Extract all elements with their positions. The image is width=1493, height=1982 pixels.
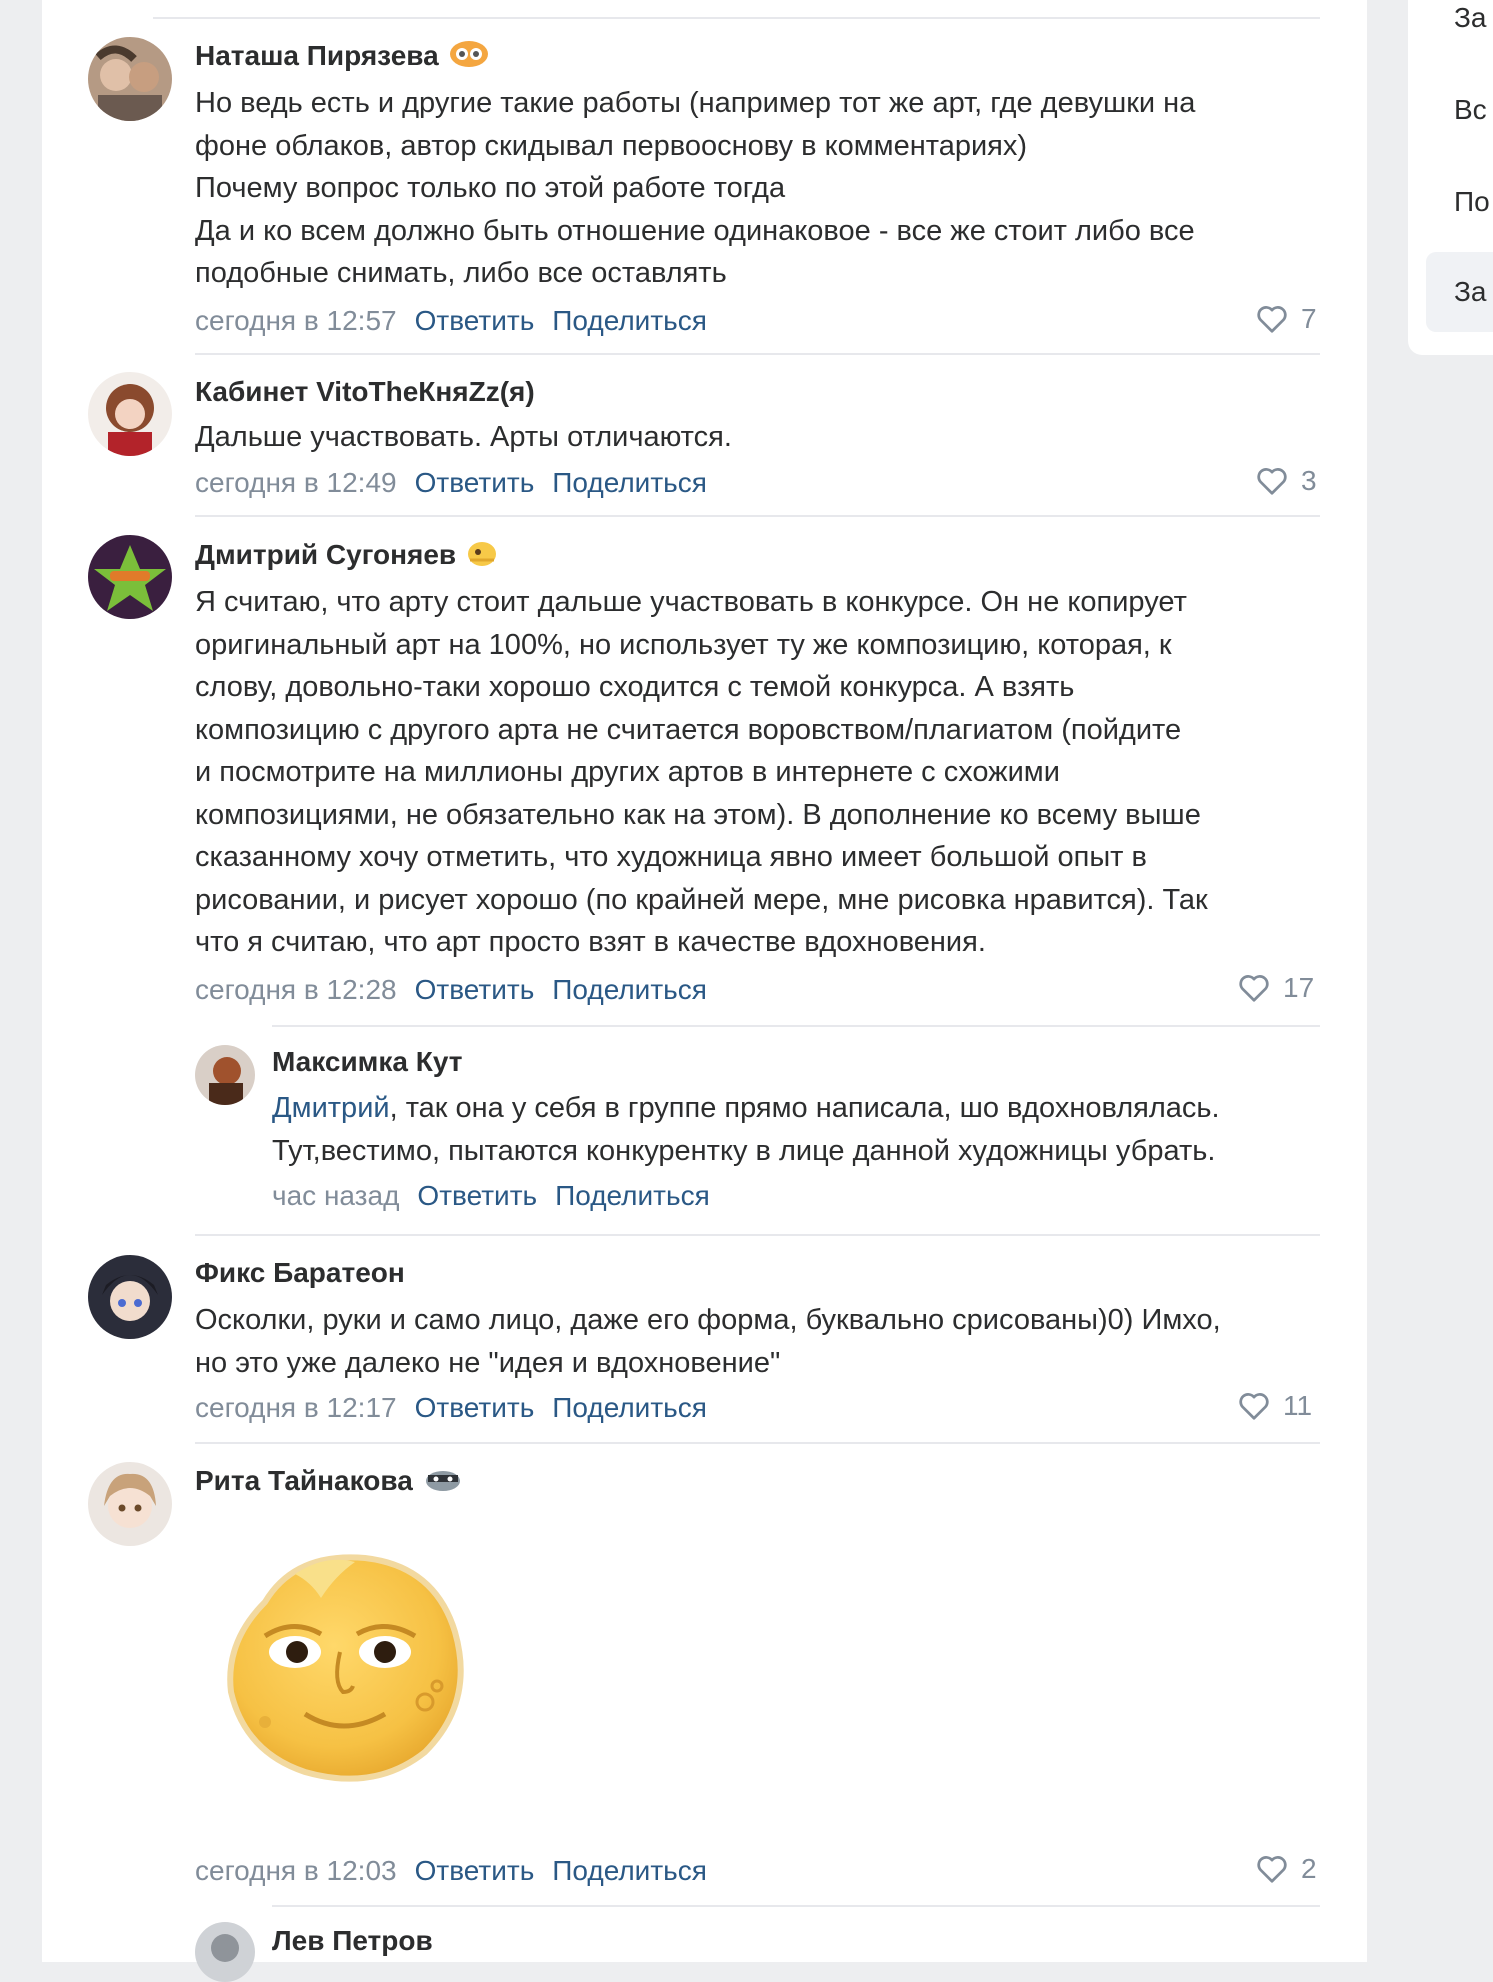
comment-text: Но ведь есть и другие такие работы (напр… xyxy=(195,87,1196,289)
avatar[interactable] xyxy=(88,37,172,121)
like-count: 11 xyxy=(1283,1390,1313,1421)
reply-button[interactable]: Ответить xyxy=(415,1392,535,1423)
reply-button[interactable]: Ответить xyxy=(415,1855,535,1886)
share-button[interactable]: Поделиться xyxy=(552,1392,707,1423)
right-sidebar-menu: За Вс По За xyxy=(1408,0,1493,355)
like-count: 17 xyxy=(1283,972,1315,1003)
like-button[interactable]: 7 xyxy=(1255,303,1317,335)
avatar[interactable] xyxy=(195,1922,255,1982)
separator xyxy=(195,1442,1320,1444)
separator xyxy=(195,515,1320,517)
comment-meta: сегодня в 12:57 Ответить Поделиться xyxy=(195,305,707,337)
separator xyxy=(195,353,1320,355)
emoji-status-icon xyxy=(466,538,498,575)
reply-button[interactable]: Ответить xyxy=(417,1180,537,1211)
comment-timestamp[interactable]: сегодня в 12:03 xyxy=(195,1855,397,1886)
comment-meta: сегодня в 12:28 Ответить Поделиться xyxy=(195,974,707,1006)
share-button[interactable]: Поделиться xyxy=(552,1855,707,1886)
separator xyxy=(272,1025,1320,1027)
reply-button[interactable]: Ответить xyxy=(415,974,535,1005)
comment-text: Осколки, руки и само лицо, даже его форм… xyxy=(195,1304,1221,1379)
mention-link[interactable]: Дмитрий xyxy=(272,1092,390,1124)
share-button[interactable]: Поделиться xyxy=(555,1180,710,1211)
heart-icon xyxy=(1239,1393,1269,1420)
like-count: 2 xyxy=(1301,1853,1317,1884)
comment-text: Дальше участвовать. Арты отличаются. xyxy=(195,421,732,453)
reply-button[interactable]: Ответить xyxy=(415,305,535,336)
sidebar-item-3[interactable]: По xyxy=(1408,162,1493,242)
avatar[interactable] xyxy=(88,1462,172,1546)
avatar[interactable] xyxy=(88,535,172,619)
comment-meta: сегодня в 12:17 Ответить Поделиться xyxy=(195,1392,707,1424)
author-name[interactable]: Максимка Кут xyxy=(272,1046,462,1078)
author-name[interactable]: Рита Тайнакова xyxy=(195,1465,413,1496)
comment-meta: сегодня в 12:03 Ответить Поделиться xyxy=(195,1855,707,1887)
emoji-status-icon xyxy=(423,1465,463,1500)
like-count: 3 xyxy=(1301,465,1317,496)
comment-text: Я считаю, что арту стоит дальше участвов… xyxy=(195,586,1208,958)
separator xyxy=(195,1234,1320,1236)
comment-timestamp[interactable]: сегодня в 12:49 xyxy=(195,467,397,498)
moon-face-sticker[interactable] xyxy=(225,1552,471,1784)
heart-icon xyxy=(1257,306,1287,333)
share-button[interactable]: Поделиться xyxy=(552,305,707,336)
sidebar-item-1[interactable]: За xyxy=(1408,0,1493,58)
like-button[interactable]: 17 xyxy=(1237,972,1314,1004)
author-name[interactable]: Кабинет VitoTheКняZz(я) xyxy=(195,376,535,408)
separator xyxy=(153,17,1320,19)
heart-icon xyxy=(1257,1856,1287,1883)
author-name[interactable]: Дмитрий Сугоняев xyxy=(195,539,456,570)
separator xyxy=(272,1905,1320,1907)
heart-icon xyxy=(1239,975,1269,1002)
like-button[interactable]: 11 xyxy=(1237,1390,1312,1422)
reply-button[interactable]: Ответить xyxy=(415,467,535,498)
comment-text: Дмитрий, так она у себя в группе прямо н… xyxy=(272,1092,1220,1167)
like-button[interactable]: 2 xyxy=(1255,1853,1317,1885)
sidebar-item-4-active[interactable]: За xyxy=(1426,252,1493,332)
comment-timestamp[interactable]: час назад xyxy=(272,1180,399,1211)
comment-meta: час назад Ответить Поделиться xyxy=(272,1180,710,1212)
emoji-status-icon xyxy=(449,40,489,75)
avatar[interactable] xyxy=(88,1255,172,1339)
comment-timestamp[interactable]: сегодня в 12:17 xyxy=(195,1392,397,1423)
heart-icon xyxy=(1257,468,1287,495)
avatar[interactable] xyxy=(195,1045,255,1105)
like-count: 7 xyxy=(1301,303,1317,334)
comment-timestamp[interactable]: сегодня в 12:57 xyxy=(195,305,397,336)
share-button[interactable]: Поделиться xyxy=(552,974,707,1005)
comment-meta: сегодня в 12:49 Ответить Поделиться xyxy=(195,467,707,499)
like-button[interactable]: 3 xyxy=(1255,465,1317,497)
share-button[interactable]: Поделиться xyxy=(552,467,707,498)
author-name[interactable]: Фикс Баратеон xyxy=(195,1257,405,1289)
author-name[interactable]: Лев Петров xyxy=(272,1925,433,1957)
author-name[interactable]: Наташа Пирязева xyxy=(195,40,439,71)
sidebar-item-2[interactable]: Вс xyxy=(1408,70,1493,150)
avatar[interactable] xyxy=(88,372,172,456)
comment-timestamp[interactable]: сегодня в 12:28 xyxy=(195,974,397,1005)
